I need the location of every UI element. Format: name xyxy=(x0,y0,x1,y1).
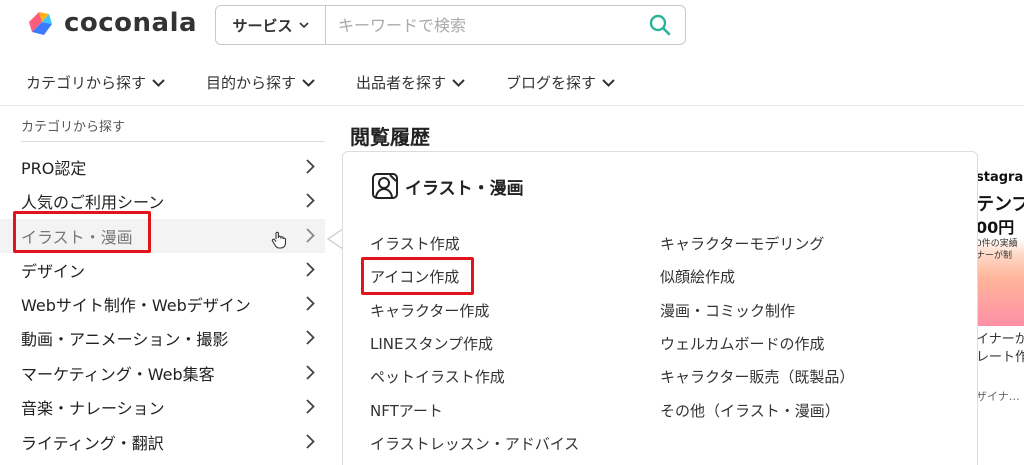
chevron-down-icon xyxy=(152,78,165,87)
nav-item-blog[interactable]: ブログを探す xyxy=(506,72,615,93)
chevron-right-icon xyxy=(306,365,315,380)
chevron-down-icon xyxy=(302,78,315,87)
category-sidebar: カテゴリから探す PRO認定 人気のご利用シーン イラスト・漫画 デザイン We… xyxy=(0,110,325,465)
search-category-label: サービス xyxy=(232,16,293,35)
main-nav: カテゴリから探す 目的から探す 出品者を探す ブログを探す xyxy=(0,60,1024,106)
logo-icon xyxy=(26,8,56,38)
sidebar-item-web[interactable]: Webサイト制作・Webデザイン xyxy=(0,287,325,321)
sidebar-item-label: マーケティング・Web集客 xyxy=(21,365,215,384)
ad-card[interactable]: stagram テンプ 00円 0件の実績 ナーが制 イナーか レート作 ザイナ… xyxy=(978,166,1024,406)
sidebar-item-design[interactable]: デザイン xyxy=(0,253,325,287)
chevron-right-icon xyxy=(306,193,315,208)
sidebar-item-label: PRO認定 xyxy=(21,159,87,178)
sidebar-item-writing[interactable]: ライティング・翻訳 xyxy=(0,425,325,459)
search-button[interactable] xyxy=(635,6,685,44)
sidebar-item-label: 音楽・ナレーション xyxy=(21,399,165,418)
sidebar-item-label: ライティング・翻訳 xyxy=(21,434,164,453)
logo-text: coconala xyxy=(64,8,198,38)
site-header: coconala サービス カテゴリから探す 目的から探す 出品者を探す ブログ… xyxy=(0,0,1024,110)
link-line-stamp[interactable]: LINEスタンプ作成 xyxy=(370,333,493,354)
nav-label: カテゴリから探す xyxy=(26,74,147,92)
highlight-box xyxy=(13,211,151,253)
sidebar-heading: カテゴリから探す xyxy=(21,120,126,135)
chevron-down-icon xyxy=(298,21,309,28)
hand-cursor-icon xyxy=(271,231,287,249)
search-bar: サービス xyxy=(215,5,686,45)
link-portrait[interactable]: 似顔絵作成 xyxy=(660,266,735,287)
chevron-right-icon xyxy=(306,296,315,311)
search-input[interactable] xyxy=(326,6,635,44)
nav-label: 出品者を探す xyxy=(356,74,447,92)
highlight-box xyxy=(361,257,474,295)
chevron-right-icon xyxy=(306,228,315,243)
ad-text: 00円 xyxy=(978,218,1015,237)
search-category-select[interactable]: サービス xyxy=(216,6,326,44)
ad-text: stagram xyxy=(978,170,1024,185)
link-illustration-create[interactable]: イラスト作成 xyxy=(370,233,460,254)
chevron-down-icon xyxy=(602,78,615,87)
nav-label: ブログを探す xyxy=(506,74,597,92)
link-character-sale[interactable]: キャラクター販売（既製品） xyxy=(660,366,854,387)
link-illustration-lesson[interactable]: イラストレッスン・アドバイス xyxy=(370,433,579,454)
link-comic[interactable]: 漫画・コミック制作 xyxy=(660,300,795,321)
chevron-down-icon xyxy=(452,78,465,87)
nav-label: 目的から探す xyxy=(206,74,297,92)
link-nft-art[interactable]: NFTアート xyxy=(370,400,443,421)
link-pet-illustration[interactable]: ペットイラスト作成 xyxy=(370,366,505,387)
illustration-category-icon xyxy=(372,173,398,199)
ad-text: レート作 xyxy=(978,350,1024,365)
sidebar-item-marketing[interactable]: マーケティング・Web集客 xyxy=(0,356,325,390)
chevron-right-icon xyxy=(306,434,315,449)
ad-text: ザイナ… xyxy=(978,390,1020,403)
chevron-right-icon xyxy=(306,330,315,345)
link-character-modeling[interactable]: キャラクターモデリング xyxy=(660,233,824,254)
ad-text: テンプ xyxy=(978,194,1024,215)
sidebar-item-label: Webサイト制作・Webデザイン xyxy=(21,296,251,315)
sidebar-item-label: 動画・アニメーション・撮影 xyxy=(21,330,229,349)
link-welcome-board[interactable]: ウェルカムボードの作成 xyxy=(660,333,825,354)
chevron-right-icon xyxy=(306,159,315,174)
logo[interactable]: coconala xyxy=(26,8,197,38)
link-other-illustration[interactable]: その他（イラスト・漫画） xyxy=(660,400,840,421)
link-character-create[interactable]: キャラクター作成 xyxy=(370,300,489,321)
sidebar-item-pro[interactable]: PRO認定 xyxy=(0,150,325,184)
chevron-right-icon xyxy=(306,262,315,277)
nav-item-purpose[interactable]: 目的から探す xyxy=(206,72,315,93)
ad-text: ナーが制 xyxy=(978,251,1013,261)
sidebar-item-music[interactable]: 音楽・ナレーション xyxy=(0,390,325,424)
history-title: 閲覧履歴 xyxy=(350,125,430,149)
chevron-right-icon xyxy=(306,399,315,414)
nav-item-sellers[interactable]: 出品者を探す xyxy=(356,72,465,93)
panel-title-label: イラスト・漫画 xyxy=(405,178,524,199)
sidebar-item-video[interactable]: 動画・アニメーション・撮影 xyxy=(0,321,325,355)
sidebar-divider xyxy=(21,141,325,142)
sidebar-item-label: デザイン xyxy=(21,262,86,281)
ad-text: イナーか xyxy=(978,332,1024,347)
sidebar-item-label: 人気のご利用シーン xyxy=(21,193,165,212)
search-icon xyxy=(649,14,671,36)
nav-item-category[interactable]: カテゴリから探す xyxy=(26,72,165,93)
panel-title[interactable]: イラスト・漫画 xyxy=(371,172,524,200)
